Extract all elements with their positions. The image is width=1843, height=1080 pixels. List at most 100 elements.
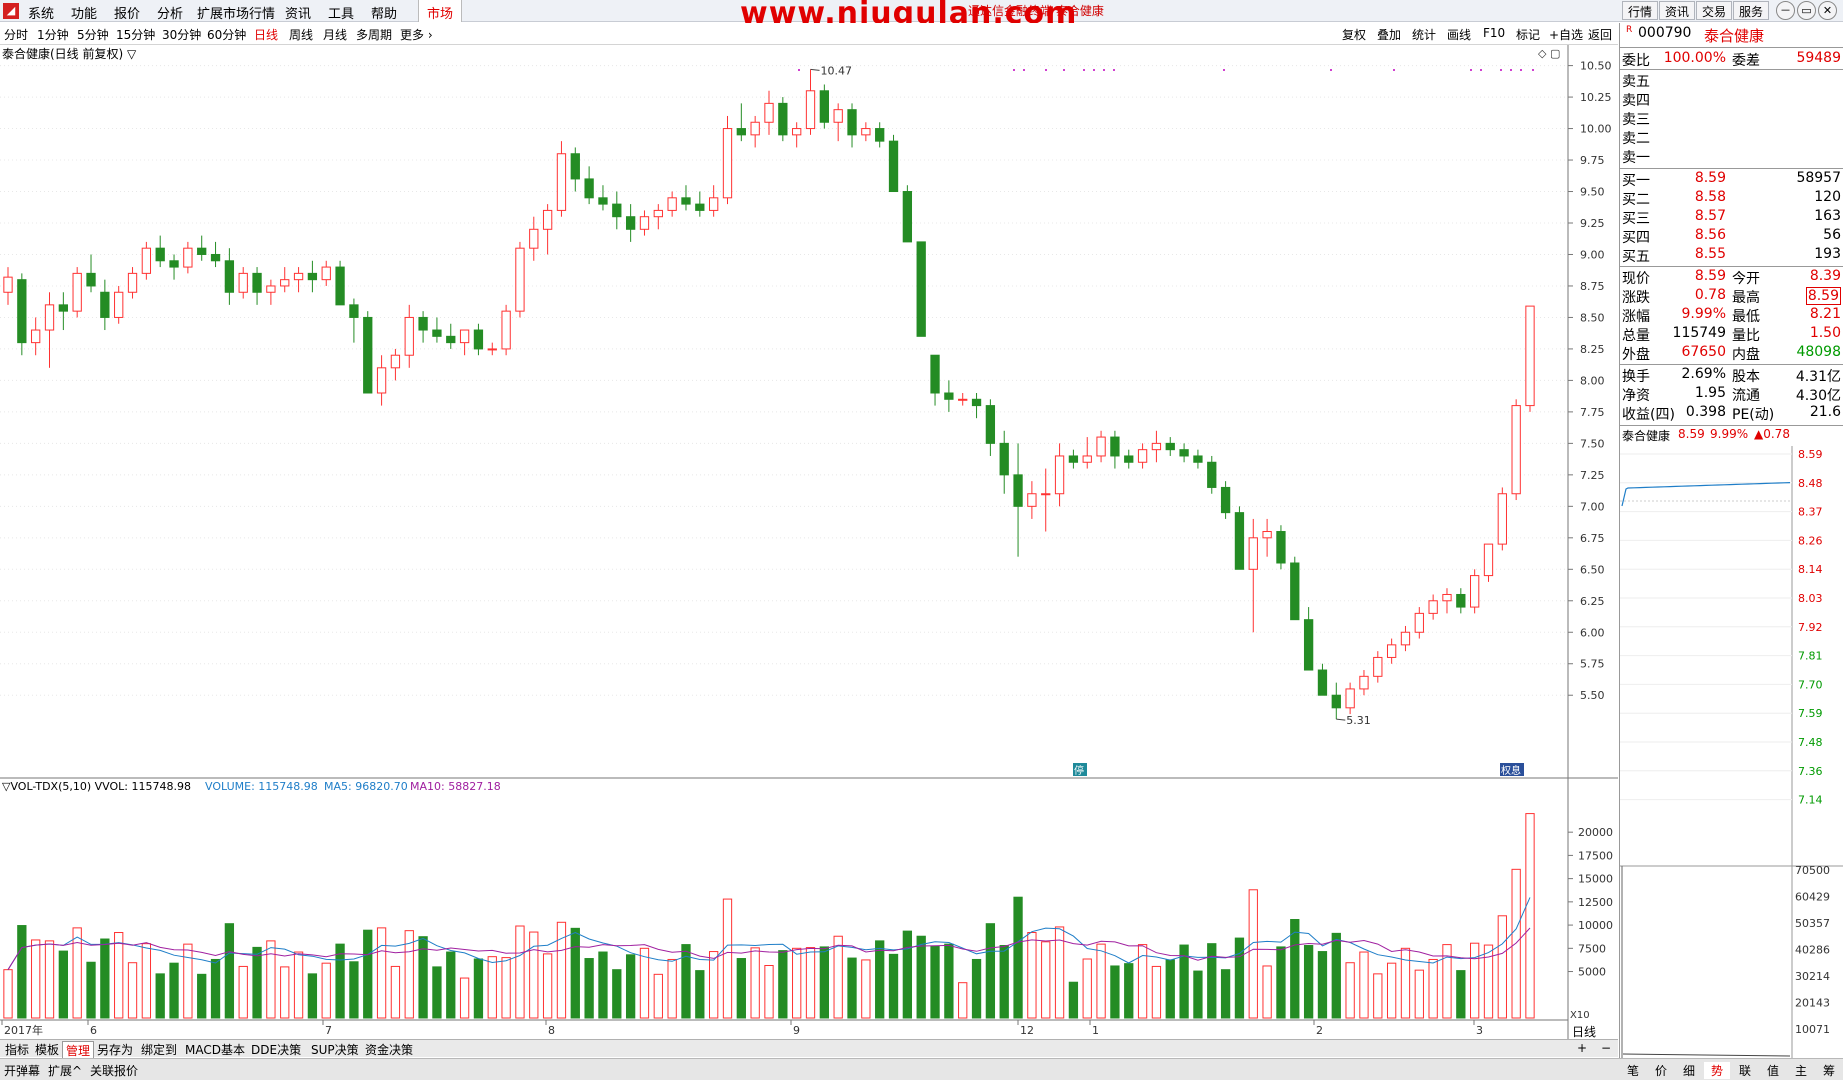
kline-chart[interactable]: 泰合健康(日线 前复权) ▽ ◇ ▢ 10.50 10.25 10.00 9.75 9.…	[0, 45, 1618, 1039]
right-tab-bi[interactable]: 笔	[1620, 1062, 1646, 1079]
tool-stats[interactable]: 统计	[1412, 26, 1436, 43]
signal-dot	[1393, 69, 1395, 71]
tab-dde[interactable]: DDE决策	[248, 1041, 304, 1058]
period-monthly[interactable]: 月线	[323, 26, 347, 43]
right-tab-jia[interactable]: 价	[1648, 1062, 1674, 1079]
top-btn-quote[interactable]: 行情	[1622, 1, 1659, 20]
top-btn-service[interactable]: 服务	[1733, 1, 1770, 20]
candle-body	[709, 197, 719, 211]
candle-body	[1137, 449, 1148, 463]
tool-fuquan[interactable]: 复权	[1342, 26, 1366, 43]
volume-bar	[888, 953, 899, 1019]
candle-body	[280, 279, 290, 287]
candle-body	[570, 153, 580, 180]
right-tab-shi[interactable]: 势	[1704, 1062, 1730, 1079]
tab-indicator[interactable]: 指标	[2, 1041, 32, 1058]
signal-dot	[1510, 69, 1512, 71]
tab-template[interactable]: 模板	[32, 1041, 62, 1058]
zoom-in-button[interactable]: +	[1574, 1041, 1590, 1055]
menu-news[interactable]: 资讯	[285, 3, 311, 22]
tab-sup[interactable]: SUP决策	[308, 1041, 362, 1058]
signal-dot	[1045, 69, 1047, 71]
right-tab-chou[interactable]: 筹	[1816, 1062, 1842, 1079]
status-bar: 开弹幕 扩展^ 关联报价 笔 价 细 势 联 值 主 筹	[0, 1058, 1843, 1080]
top-btn-trade[interactable]: 交易	[1696, 1, 1733, 20]
tool-mark[interactable]: 标记	[1516, 26, 1540, 43]
linked-quote[interactable]: 关联报价	[90, 1062, 138, 1079]
candle-body	[612, 203, 622, 218]
period-daily[interactable]: 日线	[254, 26, 278, 43]
stock-name: 泰合健康	[1704, 27, 1765, 45]
top-btn-news[interactable]: 资讯	[1659, 1, 1696, 20]
tab-save-as[interactable]: 另存为	[94, 1041, 136, 1058]
volume-bar	[197, 973, 207, 1019]
right-tab-lian[interactable]: 联	[1732, 1062, 1758, 1079]
tool-f10[interactable]: F10	[1483, 26, 1505, 40]
period-5min[interactable]: 5分钟	[77, 26, 109, 43]
quote-panel: R 000790 泰合健康 委比 100.00% 委差 59489 卖五 卖四 卖三…	[1619, 23, 1843, 1058]
volume-bar	[1359, 951, 1369, 1019]
chart-options-icon[interactable]: ◇ ▢	[1538, 47, 1560, 60]
volume-bar	[224, 923, 235, 1019]
vol-header-indicator[interactable]: ▽VOL-TDX(5,10) VVOL: 115748.98	[2, 780, 191, 793]
volume-bar	[598, 951, 608, 1019]
volume-bar	[1276, 946, 1286, 1019]
minimize-icon[interactable]: －	[1776, 1, 1795, 20]
menu-bar: ◢ 系统 功能 报价 分析 扩展市场行情 资讯 工具 帮助 市场 通达信金融终端…	[0, 0, 1843, 31]
tool-draw[interactable]: 画线	[1447, 26, 1471, 43]
period-1min[interactable]: 1分钟	[37, 26, 69, 43]
period-15min[interactable]: 15分钟	[116, 26, 155, 43]
tool-back[interactable]: 返回	[1588, 26, 1612, 43]
tab-fund[interactable]: 资金决策	[362, 1041, 416, 1058]
candle-body	[1317, 669, 1328, 696]
zoom-out-button[interactable]: −	[1598, 1041, 1614, 1055]
candle-body	[44, 304, 55, 331]
quote-row: 涨跌 0.78 最高 8.59	[1622, 287, 1841, 306]
menu-quote[interactable]: 报价	[114, 3, 140, 22]
extend-toggle[interactable]: 扩展^	[48, 1062, 82, 1079]
menu-extended-market[interactable]: 扩展市场行情	[197, 3, 275, 22]
dividend-marker[interactable]: 权息	[1500, 763, 1524, 777]
right-tab-zhi[interactable]: 值	[1760, 1062, 1786, 1079]
mini-price-tick: 8.48	[1798, 477, 1823, 490]
right-tab-zhu[interactable]: 主	[1788, 1062, 1814, 1079]
period-fenshi[interactable]: 分时	[4, 26, 28, 43]
market-tab[interactable]: 市场	[418, 0, 463, 22]
menu-system[interactable]: 系统	[28, 3, 54, 22]
volume-bar	[86, 961, 96, 1019]
candle-body	[1027, 493, 1037, 507]
candle-body	[1400, 631, 1411, 646]
candle-body	[1041, 493, 1051, 496]
menu-tools[interactable]: 工具	[328, 3, 354, 22]
tab-bind-to[interactable]: 绑定到	[138, 1041, 180, 1058]
candle-body	[1483, 543, 1494, 577]
period-more[interactable]: 更多 ›	[400, 26, 433, 43]
stop-marker[interactable]: 停	[1073, 763, 1087, 777]
app-logo-icon: ◢	[3, 3, 19, 19]
candle-body	[833, 109, 843, 123]
menu-help[interactable]: 帮助	[371, 3, 397, 22]
candle-body	[487, 348, 497, 351]
right-tab-xi[interactable]: 细	[1676, 1062, 1702, 1079]
restore-icon[interactable]: ▭	[1797, 1, 1816, 20]
danmu-toggle[interactable]: 开弹幕	[4, 1062, 40, 1079]
period-30min[interactable]: 30分钟	[162, 26, 201, 43]
volume-bar	[902, 930, 913, 1019]
volume-bar	[1331, 932, 1341, 1019]
period-weekly[interactable]: 周线	[289, 26, 313, 43]
tool-add-watchlist[interactable]: +自选	[1549, 26, 1583, 43]
close-icon[interactable]: ✕	[1818, 1, 1837, 20]
candle-body	[695, 203, 705, 211]
tool-overlay[interactable]: 叠加	[1377, 26, 1401, 43]
menu-analysis[interactable]: 分析	[157, 3, 183, 22]
tab-macd[interactable]: MACD基本	[182, 1041, 248, 1058]
menu-function[interactable]: 功能	[71, 3, 97, 22]
period-60min[interactable]: 60分钟	[207, 26, 246, 43]
candle-body	[266, 285, 276, 293]
intraday-mini-chart[interactable]: 8.59 8.48 8.37 8.26 8.14 8.03 7.92 7.81 7.70 7.59…	[1620, 446, 1843, 1058]
mini-price-tick: 8.03	[1798, 592, 1823, 605]
buy-3-row: 买三 8.57 163	[1622, 208, 1841, 227]
candle-body	[1414, 612, 1424, 633]
period-multi[interactable]: 多周期	[356, 26, 392, 43]
price-tick-label: 9.25	[1580, 217, 1605, 230]
